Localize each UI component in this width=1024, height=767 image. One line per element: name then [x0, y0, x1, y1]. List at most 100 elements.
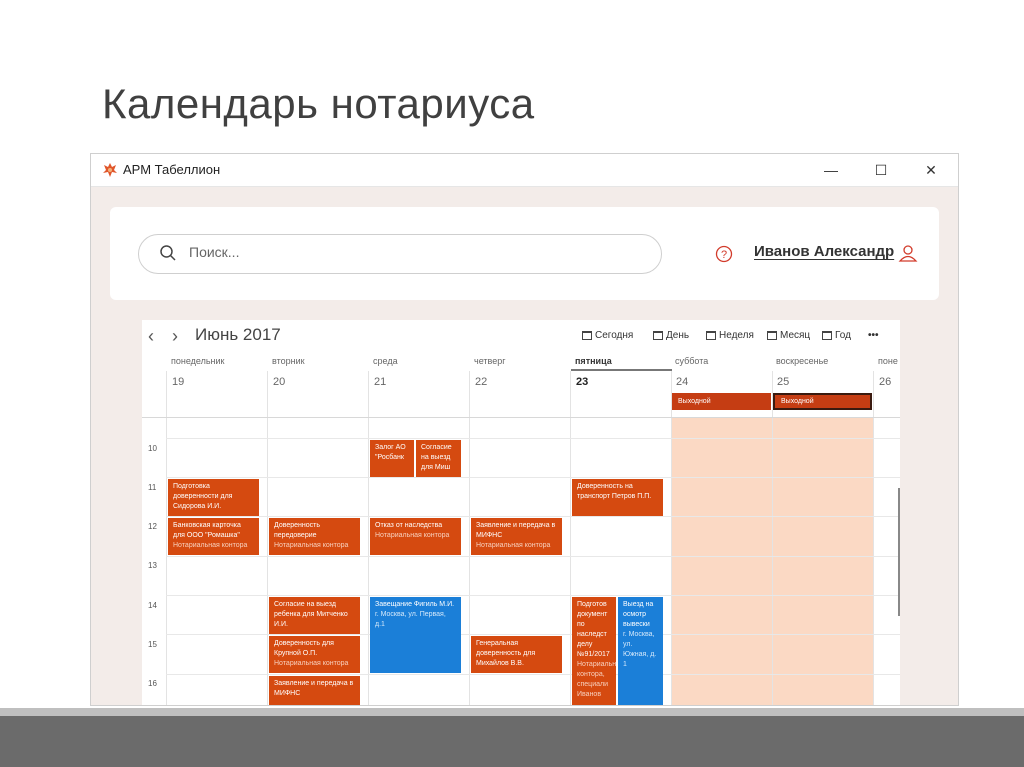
- next-arrow-icon[interactable]: ›: [172, 326, 178, 347]
- event-title: Заявление и передача в МИФНС: [476, 522, 556, 539]
- year-view-button[interactable]: Год: [822, 330, 851, 341]
- event-title: Подготовка доверенности для Сидорова И.И…: [173, 483, 233, 510]
- day-icon: [653, 331, 663, 340]
- event-card[interactable]: Подготов документ по наследст делу №91/2…: [572, 597, 616, 705]
- slide-title: Календарь нотариуса: [102, 80, 535, 127]
- day-name-tue: вторник: [272, 356, 305, 366]
- week-view-button[interactable]: Неделя: [706, 330, 754, 341]
- hour-label: 14: [148, 601, 157, 610]
- column-divider: [469, 371, 470, 705]
- user-icon[interactable]: [898, 243, 918, 263]
- allday-event-saturday[interactable]: Выходной: [672, 393, 771, 410]
- column-divider: [570, 371, 571, 705]
- event-title: Залог АО "Росбанк: [375, 444, 406, 461]
- event-title: Согласие на выезд ребенка для Митченко И…: [274, 601, 348, 628]
- app-logo-icon: [103, 163, 117, 177]
- calendar-toolbar: ‹ › Июнь 2017 Сегодня День Неделя Месяц …: [142, 320, 900, 354]
- header-card: ? Иванов Александр: [110, 207, 939, 300]
- day-name-mon: понедельник: [171, 356, 225, 366]
- event-location: г. Москва, ул. Первая, д.1: [375, 611, 446, 628]
- event-location: г. Москва, ул. Южная, д. 1: [623, 631, 657, 668]
- vertical-scrollbar[interactable]: [898, 488, 900, 616]
- month-label: Июнь 2017: [195, 325, 281, 344]
- day-name-wed: среда: [373, 356, 398, 366]
- event-title: Заявление и передача в МИФНС: [274, 680, 354, 697]
- event-title: Доверенность для Крупной О.П.: [274, 640, 334, 657]
- event-card[interactable]: Согласие на выезд ребенка для Митченко И…: [269, 597, 360, 634]
- hour-label: 15: [148, 640, 157, 649]
- event-card[interactable]: Завещание Фигиль М.И. г. Москва, ул. Пер…: [370, 597, 461, 673]
- event-card[interactable]: Доверенность на транспорт Петров П.П.: [572, 479, 663, 516]
- day-num-25[interactable]: 25: [777, 376, 789, 388]
- day-name-sun: воскресенье: [776, 356, 829, 366]
- day-num-19[interactable]: 19: [172, 376, 184, 388]
- search-input[interactable]: [187, 243, 631, 261]
- event-title: Выезд на осмотр вывески: [623, 601, 654, 628]
- close-button[interactable]: ✕: [911, 158, 951, 182]
- day-name-fri: пятница: [575, 356, 612, 366]
- event-card[interactable]: Доверенность передоверие Нотариальная ко…: [269, 518, 360, 555]
- search-box[interactable]: [138, 234, 662, 274]
- column-divider: [267, 371, 268, 705]
- minimize-button[interactable]: —: [811, 158, 851, 182]
- event-location: Нотариальная контора: [476, 542, 551, 549]
- event-location: Нотариальная контора: [274, 542, 349, 549]
- today-button[interactable]: Сегодня: [582, 330, 633, 341]
- month-icon: [767, 331, 777, 340]
- hour-label: 16: [148, 679, 157, 688]
- hour-label: 11: [148, 483, 157, 492]
- hour-line: [166, 477, 900, 478]
- event-location: Нотариальная контора: [274, 660, 349, 667]
- day-view-button[interactable]: День: [653, 330, 689, 341]
- hour-label: 13: [148, 561, 157, 570]
- day-num-24[interactable]: 24: [676, 376, 688, 388]
- column-divider: [873, 371, 874, 705]
- event-title: Согласие на выезд для Миш: [421, 444, 452, 471]
- allday-event-sunday[interactable]: Выходной: [773, 393, 872, 410]
- day-num-26[interactable]: 26: [879, 376, 891, 388]
- day-num-21[interactable]: 21: [374, 376, 386, 388]
- day-num-20[interactable]: 20: [273, 376, 285, 388]
- prev-arrow-icon[interactable]: ‹: [148, 326, 154, 347]
- app-title: АРМ Табеллион: [123, 162, 221, 177]
- event-title: Доверенность передоверие: [274, 522, 321, 539]
- event-card[interactable]: Заявление и передача в МИФНС Нотариальна…: [471, 518, 562, 555]
- week-icon: [706, 331, 716, 340]
- help-icon[interactable]: ?: [715, 245, 733, 263]
- hour-line: [166, 595, 900, 596]
- title-bar: АРМ Табеллион — ☐ ✕: [91, 154, 958, 187]
- event-title: Доверенность на транспорт Петров П.П.: [577, 483, 652, 500]
- event-card[interactable]: Выезд на осмотр вывески г. Москва, ул. Ю…: [618, 597, 663, 705]
- column-divider: [772, 371, 773, 705]
- svg-text:?: ?: [721, 249, 727, 261]
- event-card[interactable]: Заявление и передача в МИФНС: [269, 676, 360, 705]
- event-card[interactable]: Доверенность для Крупной О.П. Нотариальн…: [269, 636, 360, 673]
- more-button[interactable]: •••: [868, 330, 879, 341]
- day-name-sat: суббота: [675, 356, 709, 366]
- day-num-23[interactable]: 23: [576, 376, 588, 388]
- slide-footer-band-dark: [0, 716, 1024, 767]
- app-window: АРМ Табеллион — ☐ ✕ ? Иванов Александр ‹…: [90, 153, 959, 706]
- hour-line: [166, 438, 900, 439]
- event-card[interactable]: Залог АО "Росбанк: [370, 440, 414, 477]
- event-card[interactable]: Банковская карточка для ООО "Ромашка" Но…: [168, 518, 259, 555]
- hour-line: [166, 556, 900, 557]
- user-name-link[interactable]: Иванов Александр: [754, 243, 894, 260]
- month-view-button[interactable]: Месяц: [767, 330, 810, 341]
- column-divider: [166, 371, 167, 705]
- allday-separator: [142, 417, 900, 418]
- event-card[interactable]: Генеральная доверенность для Михайлов В.…: [471, 636, 562, 673]
- hour-label: 12: [148, 522, 157, 531]
- today-icon: [582, 331, 592, 340]
- day-name-mon-next: поне: [878, 356, 898, 366]
- day-num-22[interactable]: 22: [475, 376, 487, 388]
- event-card[interactable]: Подготовка доверенности для Сидорова И.И…: [168, 479, 259, 516]
- event-card[interactable]: Согласие на выезд для Миш: [416, 440, 461, 477]
- search-icon: [160, 245, 176, 261]
- column-divider: [368, 371, 369, 705]
- event-card[interactable]: Отказ от наследства Нотариальная контора: [370, 518, 461, 555]
- event-title: Отказ от наследства: [375, 522, 443, 529]
- maximize-button[interactable]: ☐: [861, 158, 901, 182]
- event-title: Подготов документ по наследст делу №91/2…: [577, 601, 610, 658]
- hour-line: [166, 674, 900, 675]
